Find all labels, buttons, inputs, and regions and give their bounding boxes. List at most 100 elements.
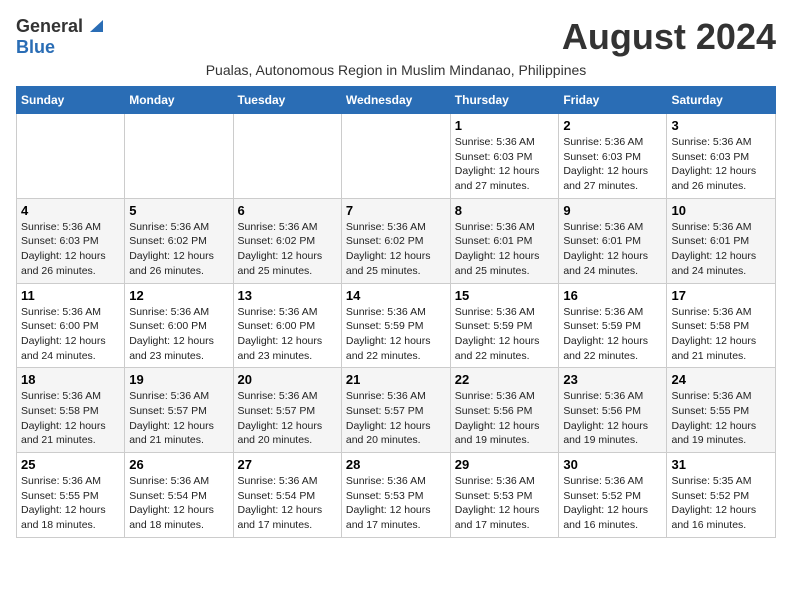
day-number: 18 <box>21 372 120 387</box>
day-cell: 5 Sunrise: 5:36 AM Sunset: 6:02 PM Daylig… <box>125 198 233 283</box>
day-info: Sunrise: 5:36 AM Sunset: 5:57 PM Dayligh… <box>346 389 446 448</box>
day-number: 10 <box>671 203 771 218</box>
week-row: 18Sunrise: 5:36 AM Sunset: 5:58 PM Dayli… <box>17 368 776 453</box>
day-number: 7 <box>346 203 446 218</box>
day-number: 8 <box>455 203 555 218</box>
header-cell-thursday: Thursday <box>450 87 559 114</box>
day-cell <box>125 114 233 199</box>
day-info: Sunrise: 5:36 AM Sunset: 5:56 PM Dayligh… <box>455 389 555 448</box>
day-number: 28 <box>346 457 446 472</box>
day-cell: 23Sunrise: 5:36 AM Sunset: 5:56 PM Dayli… <box>559 368 667 453</box>
day-number: 6 <box>238 203 337 218</box>
day-cell: 25 Sunrise: 5:36 AM Sunset: 5:55 PM Dayli… <box>17 453 125 538</box>
calendar-body: 1 Sunrise: 5:36 AM Sunset: 6:03 PM Daylig… <box>17 114 776 538</box>
day-info: Sunrise: 5:36 AM Sunset: 5:55 PM Dayligh… <box>21 474 120 533</box>
day-number: 25 <box>21 457 120 472</box>
day-info: Sunrise: 5:36 AM Sunset: 5:59 PM Dayligh… <box>346 305 446 364</box>
day-info: Sunrise: 5:36 AM Sunset: 6:03 PM Dayligh… <box>21 220 120 279</box>
day-info: Sunrise: 5:36 AM Sunset: 6:03 PM Dayligh… <box>671 135 771 194</box>
day-number: 9 <box>563 203 662 218</box>
day-cell: 31 Sunrise: 5:35 AM Sunset: 5:52 PM Dayli… <box>667 453 776 538</box>
day-info: Sunrise: 5:35 AM Sunset: 5:52 PM Dayligh… <box>671 474 771 533</box>
day-info: Sunrise: 5:36 AM Sunset: 5:59 PM Dayligh… <box>563 305 662 364</box>
day-info: Sunrise: 5:36 AM Sunset: 6:00 PM Dayligh… <box>129 305 228 364</box>
subtitle: Pualas, Autonomous Region in Muslim Mind… <box>16 62 776 78</box>
day-info: Sunrise: 5:36 AM Sunset: 6:02 PM Dayligh… <box>129 220 228 279</box>
day-cell: 21 Sunrise: 5:36 AM Sunset: 5:57 PM Dayli… <box>341 368 450 453</box>
day-info: Sunrise: 5:36 AM Sunset: 5:59 PM Dayligh… <box>455 305 555 364</box>
day-number: 20 <box>238 372 337 387</box>
day-number: 30 <box>563 457 662 472</box>
day-cell: 15Sunrise: 5:36 AM Sunset: 5:59 PM Dayli… <box>450 283 559 368</box>
day-info: Sunrise: 5:36 AM Sunset: 5:54 PM Dayligh… <box>238 474 337 533</box>
calendar-table: SundayMondayTuesdayWednesdayThursdayFrid… <box>16 86 776 538</box>
day-cell: 20 Sunrise: 5:36 AM Sunset: 5:57 PM Dayli… <box>233 368 341 453</box>
day-number: 16 <box>563 288 662 303</box>
day-cell: 26 Sunrise: 5:36 AM Sunset: 5:54 PM Dayli… <box>125 453 233 538</box>
day-info: Sunrise: 5:36 AM Sunset: 5:53 PM Dayligh… <box>455 474 555 533</box>
day-number: 26 <box>129 457 228 472</box>
day-cell: 12Sunrise: 5:36 AM Sunset: 6:00 PM Dayli… <box>125 283 233 368</box>
day-cell: 1 Sunrise: 5:36 AM Sunset: 6:03 PM Daylig… <box>450 114 559 199</box>
day-number: 21 <box>346 372 446 387</box>
day-number: 31 <box>671 457 771 472</box>
day-number: 4 <box>21 203 120 218</box>
day-cell: 16 Sunrise: 5:36 AM Sunset: 5:59 PM Dayli… <box>559 283 667 368</box>
day-info: Sunrise: 5:36 AM Sunset: 6:00 PM Dayligh… <box>21 305 120 364</box>
day-info: Sunrise: 5:36 AM Sunset: 6:01 PM Dayligh… <box>671 220 771 279</box>
day-cell: 14 Sunrise: 5:36 AM Sunset: 5:59 PM Dayli… <box>341 283 450 368</box>
day-info: Sunrise: 5:36 AM Sunset: 5:56 PM Dayligh… <box>563 389 662 448</box>
day-info: Sunrise: 5:36 AM Sunset: 5:53 PM Dayligh… <box>346 474 446 533</box>
day-info: Sunrise: 5:36 AM Sunset: 6:03 PM Dayligh… <box>563 135 662 194</box>
day-cell <box>341 114 450 199</box>
day-info: Sunrise: 5:36 AM Sunset: 6:00 PM Dayligh… <box>238 305 337 364</box>
day-cell: 28 Sunrise: 5:36 AM Sunset: 5:53 PM Dayli… <box>341 453 450 538</box>
calendar-header: SundayMondayTuesdayWednesdayThursdayFrid… <box>17 87 776 114</box>
day-cell: 27 Sunrise: 5:36 AM Sunset: 5:54 PM Dayli… <box>233 453 341 538</box>
header-cell-saturday: Saturday <box>667 87 776 114</box>
day-info: Sunrise: 5:36 AM Sunset: 5:54 PM Dayligh… <box>129 474 228 533</box>
day-cell: 6 Sunrise: 5:36 AM Sunset: 6:02 PM Daylig… <box>233 198 341 283</box>
day-info: Sunrise: 5:36 AM Sunset: 5:57 PM Dayligh… <box>129 389 228 448</box>
day-info: Sunrise: 5:36 AM Sunset: 5:58 PM Dayligh… <box>671 305 771 364</box>
day-number: 27 <box>238 457 337 472</box>
header-cell-friday: Friday <box>559 87 667 114</box>
day-number: 5 <box>129 203 228 218</box>
day-cell: 9 Sunrise: 5:36 AM Sunset: 6:01 PM Daylig… <box>559 198 667 283</box>
day-cell: 7Sunrise: 5:36 AM Sunset: 6:02 PM Daylig… <box>341 198 450 283</box>
day-number: 11 <box>21 288 120 303</box>
day-cell: 17Sunrise: 5:36 AM Sunset: 5:58 PM Dayli… <box>667 283 776 368</box>
day-number: 24 <box>671 372 771 387</box>
header-cell-sunday: Sunday <box>17 87 125 114</box>
day-cell: 24Sunrise: 5:36 AM Sunset: 5:55 PM Dayli… <box>667 368 776 453</box>
day-number: 19 <box>129 372 228 387</box>
day-cell: 3 Sunrise: 5:36 AM Sunset: 6:03 PM Daylig… <box>667 114 776 199</box>
week-row: 1 Sunrise: 5:36 AM Sunset: 6:03 PM Daylig… <box>17 114 776 199</box>
day-cell: 30 Sunrise: 5:36 AM Sunset: 5:52 PM Dayli… <box>559 453 667 538</box>
day-info: Sunrise: 5:36 AM Sunset: 6:02 PM Dayligh… <box>238 220 337 279</box>
day-cell <box>17 114 125 199</box>
week-row: 11 Sunrise: 5:36 AM Sunset: 6:00 PM Dayli… <box>17 283 776 368</box>
day-info: Sunrise: 5:36 AM Sunset: 6:01 PM Dayligh… <box>455 220 555 279</box>
day-info: Sunrise: 5:36 AM Sunset: 5:52 PM Dayligh… <box>563 474 662 533</box>
day-cell: 22Sunrise: 5:36 AM Sunset: 5:56 PM Dayli… <box>450 368 559 453</box>
day-number: 29 <box>455 457 555 472</box>
day-info: Sunrise: 5:36 AM Sunset: 5:57 PM Dayligh… <box>238 389 337 448</box>
week-row: 4 Sunrise: 5:36 AM Sunset: 6:03 PM Daylig… <box>17 198 776 283</box>
day-cell: 4 Sunrise: 5:36 AM Sunset: 6:03 PM Daylig… <box>17 198 125 283</box>
day-cell: 18Sunrise: 5:36 AM Sunset: 5:58 PM Dayli… <box>17 368 125 453</box>
header-cell-monday: Monday <box>125 87 233 114</box>
header: General Blue August 2024 <box>16 16 776 58</box>
day-number: 14 <box>346 288 446 303</box>
day-cell: 10 Sunrise: 5:36 AM Sunset: 6:01 PM Dayli… <box>667 198 776 283</box>
week-row: 25 Sunrise: 5:36 AM Sunset: 5:55 PM Dayli… <box>17 453 776 538</box>
day-cell: 11 Sunrise: 5:36 AM Sunset: 6:00 PM Dayli… <box>17 283 125 368</box>
header-row: SundayMondayTuesdayWednesdayThursdayFrid… <box>17 87 776 114</box>
day-cell: 19 Sunrise: 5:36 AM Sunset: 5:57 PM Dayli… <box>125 368 233 453</box>
day-cell: 29 Sunrise: 5:36 AM Sunset: 5:53 PM Dayli… <box>450 453 559 538</box>
day-number: 1 <box>455 118 555 133</box>
day-cell: 8 Sunrise: 5:36 AM Sunset: 6:01 PM Daylig… <box>450 198 559 283</box>
day-info: Sunrise: 5:36 AM Sunset: 6:01 PM Dayligh… <box>563 220 662 279</box>
day-info: Sunrise: 5:36 AM Sunset: 6:03 PM Dayligh… <box>455 135 555 194</box>
day-number: 3 <box>671 118 771 133</box>
